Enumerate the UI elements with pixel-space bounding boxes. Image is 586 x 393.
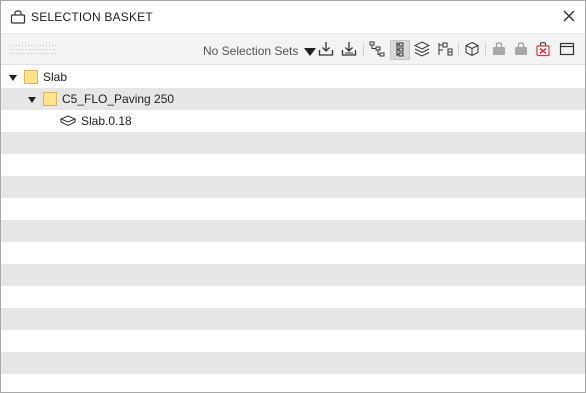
cube-3d-button[interactable] (462, 40, 482, 60)
basket-remove-icon (513, 41, 529, 60)
empty-row (1, 242, 585, 264)
expander-triangle-icon[interactable] (27, 94, 37, 104)
window-title: SELECTION BASKET (31, 10, 153, 24)
expander-triangle-icon[interactable] (8, 72, 18, 82)
tree-list-icon (392, 41, 408, 60)
empty-row (1, 176, 585, 198)
group-structure-button[interactable] (435, 40, 455, 60)
export-download-icon (341, 41, 357, 60)
dropdown-caret-icon (304, 46, 317, 56)
basket-add-button[interactable] (489, 40, 509, 60)
empty-row (1, 198, 585, 220)
basket-icon (10, 10, 26, 24)
folder-icon (24, 70, 38, 84)
layer-element-icon (59, 115, 77, 127)
tree-row-slab[interactable]: Slab (1, 66, 585, 88)
close-icon (563, 10, 575, 25)
toolbar-separator (485, 43, 486, 57)
empty-row (1, 264, 585, 286)
toolbar-separator (458, 43, 459, 57)
basket-clear-button[interactable] (533, 40, 553, 60)
empty-row (1, 352, 585, 374)
group-structure-icon (437, 41, 453, 60)
tree-row-slab-element[interactable]: Slab.0.18 (1, 110, 585, 132)
window-panel-button[interactable] (557, 40, 577, 60)
toolbar-separator (363, 43, 364, 57)
tree-node-label: Slab (43, 70, 68, 84)
empty-row (1, 132, 585, 154)
empty-row (1, 286, 585, 308)
toolbar: No Selection Sets (1, 33, 585, 65)
close-button[interactable] (559, 7, 579, 27)
empty-row (1, 220, 585, 242)
tree-list-button[interactable] (390, 40, 410, 60)
empty-row (1, 374, 585, 392)
import-button[interactable] (316, 40, 336, 60)
tree-hierarchy-button[interactable] (367, 40, 387, 60)
basket-add-icon (491, 41, 507, 60)
selection-sets-dropdown[interactable]: No Selection Sets (203, 42, 317, 60)
grip-handle-icon[interactable] (10, 44, 56, 56)
empty-row (1, 330, 585, 352)
cube-3d-icon (464, 41, 480, 60)
selection-sets-label: No Selection Sets (203, 44, 299, 58)
selection-basket-window: SELECTION BASKET No Selection Sets Slab … (0, 0, 586, 393)
tree-node-label: C5_FLO_Paving 250 (62, 92, 175, 106)
selection-tree: Slab C5_FLO_Paving 250 Slab.0.18 (1, 66, 585, 392)
tree-node-label: Slab.0.18 (81, 114, 132, 128)
empty-row (1, 308, 585, 330)
window-panel-icon (559, 41, 575, 60)
layers-button[interactable] (412, 40, 432, 60)
layers-stack-icon (413, 40, 431, 60)
import-download-icon (318, 41, 334, 60)
basket-clear-icon (535, 41, 551, 60)
empty-row (1, 154, 585, 176)
folder-icon (43, 92, 57, 106)
export-button[interactable] (339, 40, 359, 60)
tree-row-c5-flo-paving[interactable]: C5_FLO_Paving 250 (1, 88, 585, 110)
tree-hierarchy-icon (369, 41, 385, 60)
basket-remove-button[interactable] (511, 40, 531, 60)
title-bar: SELECTION BASKET (1, 1, 585, 33)
